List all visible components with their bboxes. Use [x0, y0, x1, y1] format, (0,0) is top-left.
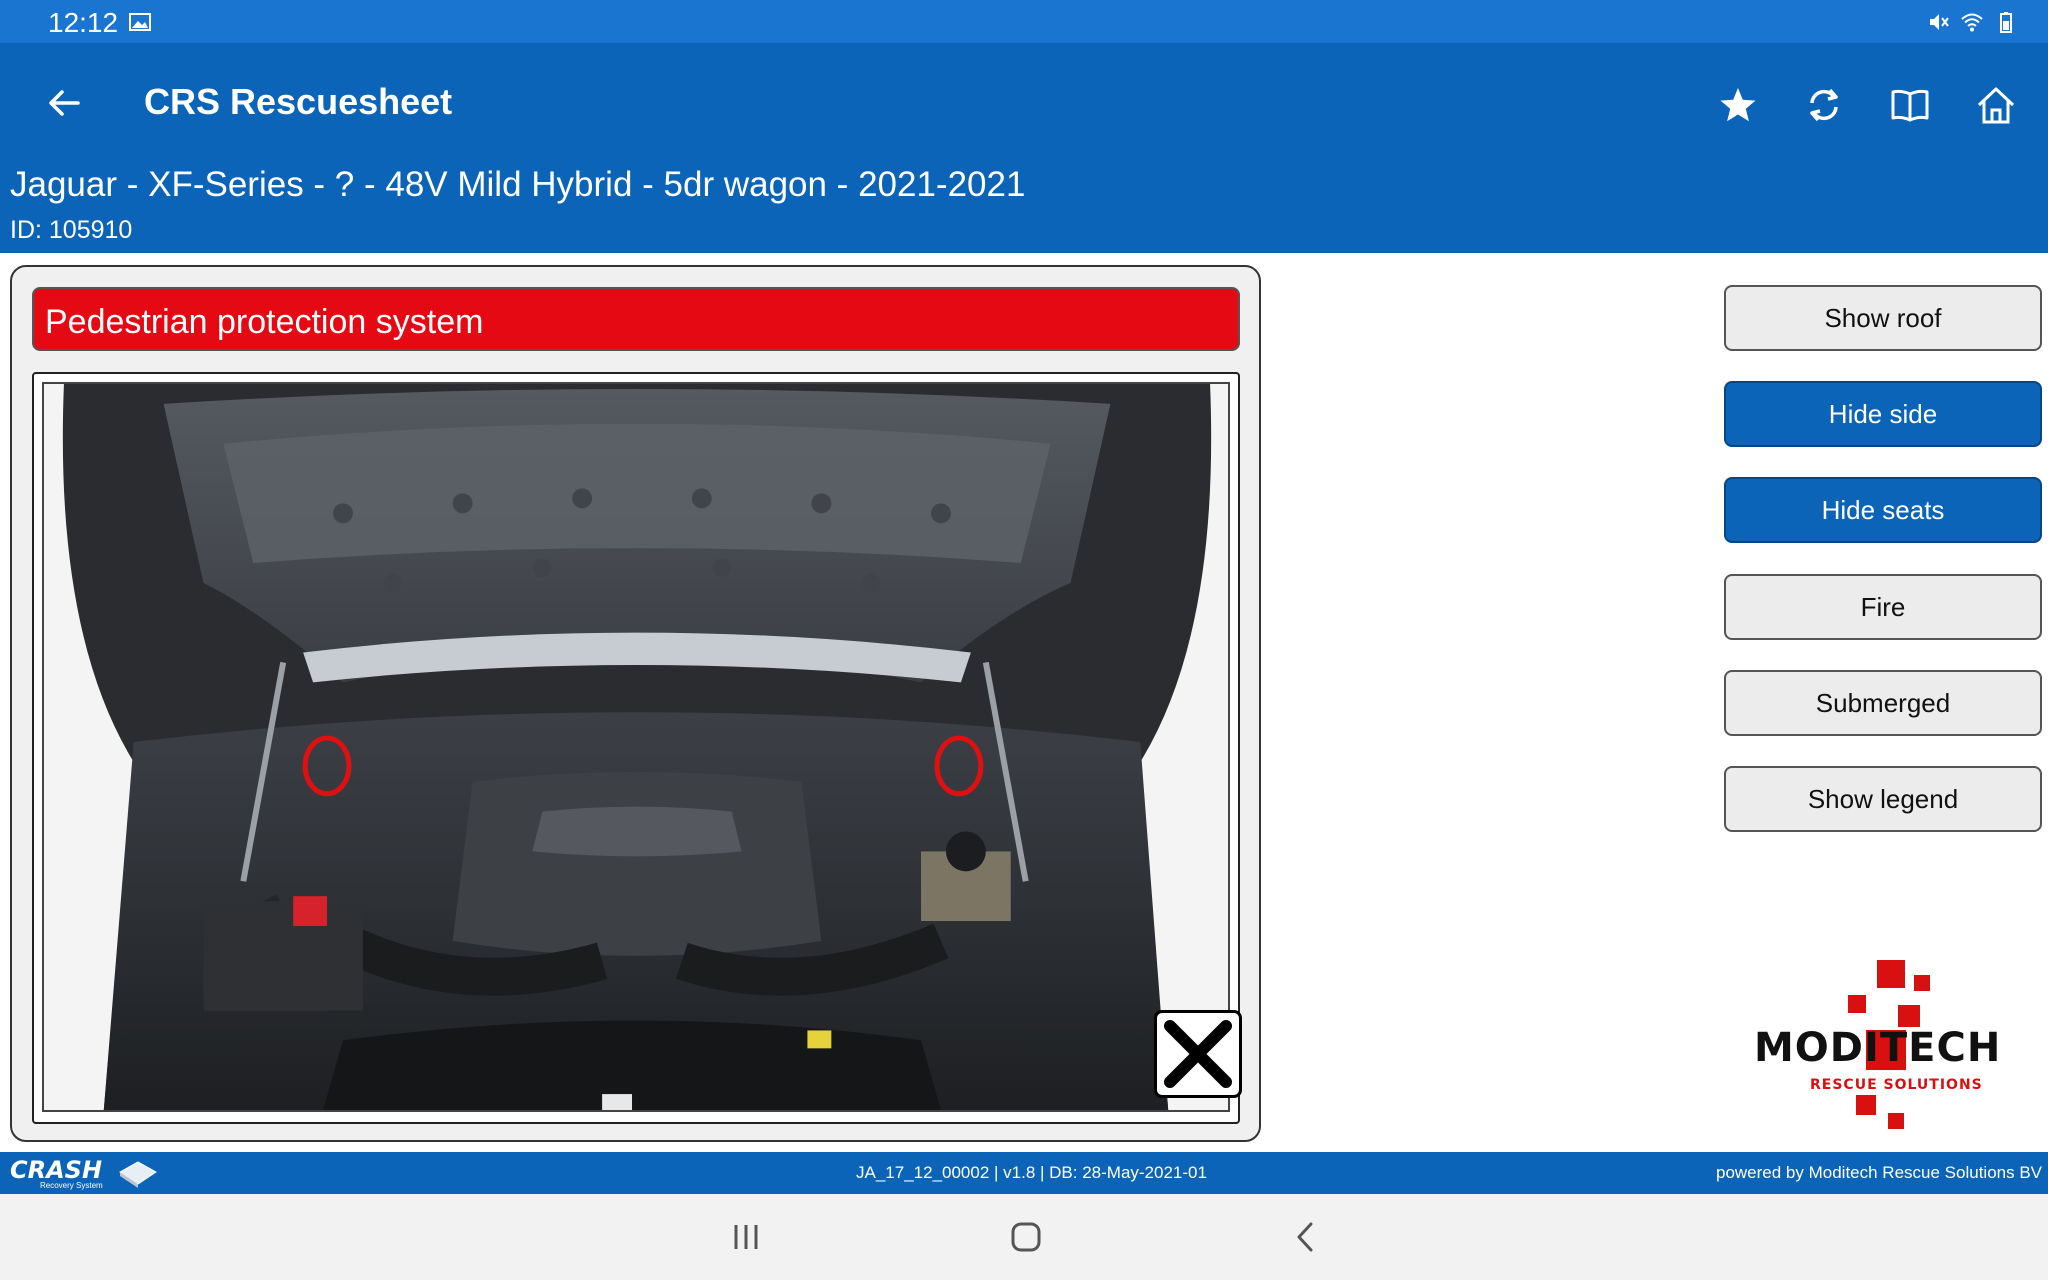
status-icons [1926, 10, 2018, 39]
app-root: 12:12 CRS Rescuesheet Jaguar - XF-Series… [0, 0, 2048, 1280]
section-header: Pedestrian protection system [32, 287, 1240, 351]
rescue-panel: Pedestrian protection system [10, 265, 1261, 1142]
logo-wordmark: MODITECH [1754, 1025, 2002, 1071]
book-icon[interactable] [1880, 75, 1940, 135]
submerged-button[interactable]: Submerged [1724, 670, 2042, 736]
image-icon [129, 13, 151, 31]
footer-version: JA_17_12_00002 | v1.8 | DB: 28-May-2021-… [856, 1163, 1207, 1182]
back-arrow-icon[interactable] [44, 83, 84, 123]
crash-logo: CRASH Recovery System [10, 1156, 160, 1190]
battery-icon [1994, 10, 2018, 39]
app-bar: CRS Rescuesheet Jaguar - XF-Series - ? -… [0, 43, 2048, 253]
show-legend-button[interactable]: Show legend [1724, 766, 2042, 832]
footer-powered-by: powered by Moditech Rescue Solutions BV [1715, 1163, 2042, 1182]
logo-subtitle: RESCUE SOLUTIONS [1810, 1077, 1983, 1093]
home-icon[interactable] [1966, 75, 2026, 135]
vehicle-id: ID: 105910 [10, 216, 133, 244]
mute-icon [1926, 10, 1950, 39]
vehicle-title: Jaguar - XF-Series - ? - 48V Mild Hybrid… [10, 165, 1026, 204]
show-roof-button[interactable]: Show roof [1724, 285, 2042, 351]
footer-brand: CRASH [10, 1156, 103, 1184]
app-title: CRS Rescuesheet [144, 81, 453, 122]
footer-bar: CRASH Recovery System JA_17_12_00002 | v… [0, 1152, 2048, 1194]
close-image-button[interactable] [1154, 1010, 1242, 1098]
engine-bay-photo [42, 382, 1230, 1112]
close-icon [1164, 1020, 1232, 1088]
status-bar: 12:12 [0, 0, 2048, 43]
cube-icon [119, 1161, 157, 1188]
recent-apps-icon[interactable] [722, 1216, 770, 1258]
system-nav-bar [0, 1194, 2048, 1280]
home-nav-icon[interactable] [1002, 1216, 1050, 1258]
footer-brand-sub: Recovery System [40, 1181, 103, 1190]
top-actions [1708, 75, 2048, 135]
back-nav-icon[interactable] [1282, 1216, 1330, 1258]
hide-side-button[interactable]: Hide side [1724, 381, 2042, 447]
image-frame [32, 372, 1242, 1124]
fire-button[interactable]: Fire [1724, 574, 2042, 640]
hide-seats-button[interactable]: Hide seats [1724, 477, 2042, 543]
wifi-icon [1960, 10, 1984, 39]
moditech-logo: MODITECH RESCUE SOLUTIONS [1748, 955, 2018, 1135]
refresh-icon[interactable] [1794, 75, 1854, 135]
star-icon[interactable] [1708, 75, 1768, 135]
status-time: 12:12 [48, 7, 119, 38]
